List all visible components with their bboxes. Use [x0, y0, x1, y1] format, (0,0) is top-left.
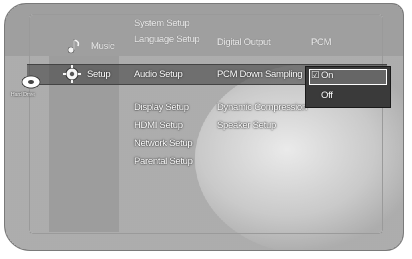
checkbox-checked-icon: ☑	[311, 70, 320, 81]
tv-screen: Hard Drive Music Setup System Setup Lang…	[4, 3, 404, 251]
audio-item-digital-output[interactable]: Digital Output	[217, 37, 271, 48]
dropdown-option-on[interactable]: On	[321, 70, 333, 81]
setup-item-display[interactable]: Display Setup	[134, 102, 189, 113]
audio-item-dynamic-compression[interactable]: Dynamic Compression	[217, 102, 307, 113]
digital-output-value: PCM	[311, 37, 332, 48]
main-menu-item-music[interactable]: Music	[91, 41, 115, 52]
setup-item-audio[interactable]: Audio Setup	[134, 69, 183, 80]
setup-gear-icon	[61, 64, 83, 84]
logo-caption: Hard Drive	[11, 92, 35, 98]
audio-item-pcm-down-sampling[interactable]: PCM Down Sampling	[217, 69, 302, 80]
setup-item-system[interactable]: System Setup	[134, 18, 190, 29]
setup-item-parental[interactable]: Parental Setup	[134, 156, 193, 167]
main-menu-item-setup[interactable]: Setup	[87, 69, 111, 80]
setup-item-hdmi[interactable]: HDMI Setup	[134, 120, 183, 131]
dropdown-option-off[interactable]: Off	[321, 90, 333, 101]
music-icon	[65, 37, 87, 55]
setup-item-language[interactable]: Language Setup	[134, 34, 200, 45]
audio-item-speaker-setup[interactable]: Speaker Setup	[217, 120, 276, 131]
setup-item-network[interactable]: Network Setup	[134, 138, 193, 149]
